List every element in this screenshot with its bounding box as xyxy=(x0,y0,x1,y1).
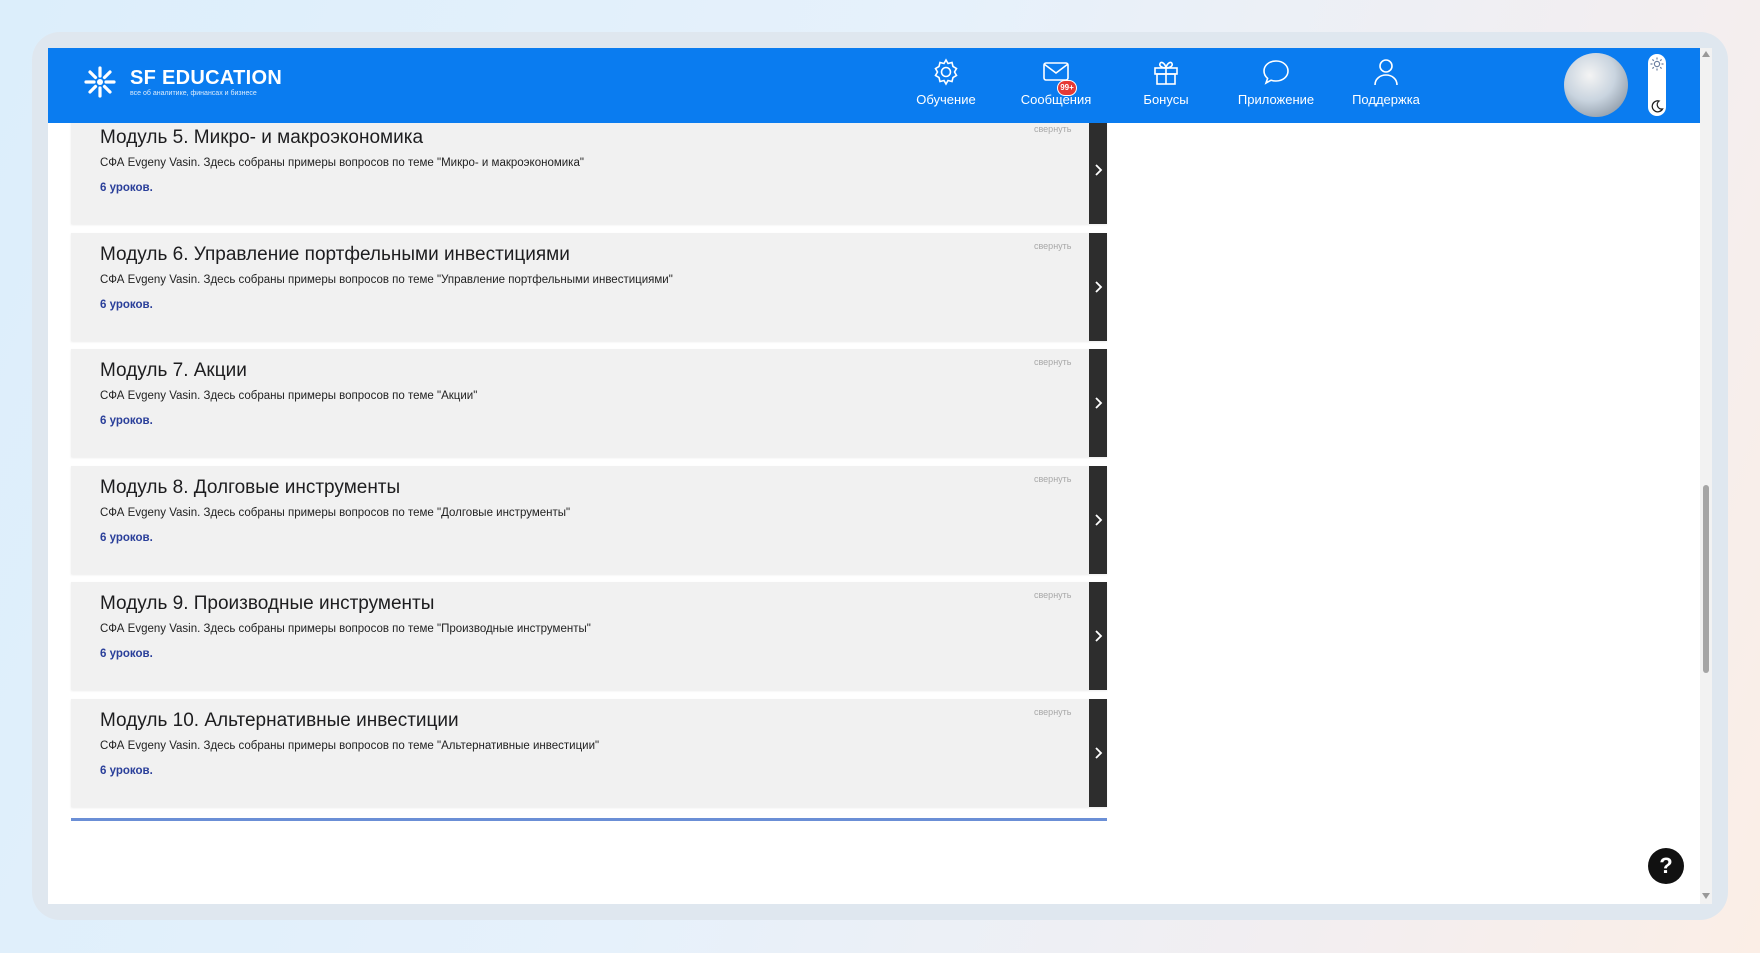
chevron-right-icon xyxy=(1095,281,1103,293)
module-title: Модуль 6. Управление портфельными инвест… xyxy=(100,244,570,265)
scroll-down-arrow[interactable] xyxy=(1702,893,1710,899)
sun-icon xyxy=(1650,57,1664,71)
sf-logo-icon xyxy=(84,66,116,98)
collapse-link[interactable]: свернуть xyxy=(1034,707,1071,717)
nav-label-support: Поддержка xyxy=(1352,92,1420,107)
module-card[interactable]: свернуть Модуль 5. Микро- и макроэкономи… xyxy=(71,123,1107,224)
logo[interactable]: SF EDUCATION все об аналитике, финансах … xyxy=(82,64,282,100)
module-description: СФА Evgeny Vasin. Здесь собраны примеры … xyxy=(100,390,478,402)
nav-messages[interactable]: 99+ Сообщения xyxy=(1006,56,1106,107)
module-lessons-count: 6 уроков. xyxy=(100,648,153,660)
help-button[interactable]: ? xyxy=(1648,848,1684,884)
scrollbar[interactable] xyxy=(1700,48,1712,904)
nav-support[interactable]: Поддержка xyxy=(1336,56,1436,107)
expand-button[interactable] xyxy=(1089,233,1107,341)
expand-button[interactable] xyxy=(1089,349,1107,457)
module-title: Модуль 8. Долговые инструменты xyxy=(100,477,401,498)
module-card[interactable]: свернуть Модуль 10. Альтернативные инвес… xyxy=(71,699,1107,807)
module-lessons-count: 6 уроков. xyxy=(100,765,153,777)
module-list: свернуть Модуль 5. Микро- и макроэкономи… xyxy=(48,123,1700,904)
expand-button[interactable] xyxy=(1089,699,1107,807)
chevron-right-icon xyxy=(1095,747,1103,759)
module-card[interactable]: свернуть Модуль 8. Долговые инструменты … xyxy=(71,466,1107,574)
scroll-up-arrow[interactable] xyxy=(1702,51,1710,57)
module-title: Модуль 5. Микро- и макроэкономика xyxy=(100,127,424,148)
module-lessons-count: 6 уроков. xyxy=(100,182,153,194)
collapse-link[interactable]: свернуть xyxy=(1034,241,1071,251)
collapse-link[interactable]: свернуть xyxy=(1034,124,1071,134)
chevron-right-icon xyxy=(1095,164,1103,176)
chat-bubble-icon xyxy=(1263,60,1289,85)
module-title: Модуль 10. Альтернативные инвестиции xyxy=(100,710,459,731)
nav-app[interactable]: Приложение xyxy=(1226,56,1326,107)
scroll-thumb[interactable] xyxy=(1703,485,1709,673)
user-icon xyxy=(1374,59,1398,86)
module-description: СФА Evgeny Vasin. Здесь собраны примеры … xyxy=(100,740,600,752)
module-description: СФА Evgeny Vasin. Здесь собраны примеры … xyxy=(100,507,571,519)
module-lessons-count: 6 уроков. xyxy=(100,299,153,311)
gear-icon xyxy=(934,58,958,86)
module-card[interactable]: свернуть Модуль 7. Акции СФА Evgeny Vasi… xyxy=(71,349,1107,457)
messages-badge: 99+ xyxy=(1057,80,1077,96)
top-header: SF EDUCATION все об аналитике, финансах … xyxy=(48,48,1700,123)
chevron-right-icon xyxy=(1095,514,1103,526)
module-lessons-count: 6 уроков. xyxy=(100,532,153,544)
browser-frame: SF EDUCATION все об аналитике, финансах … xyxy=(32,32,1728,920)
module-description: СФА Evgeny Vasin. Здесь собраны примеры … xyxy=(100,274,673,286)
gift-icon xyxy=(1154,61,1178,85)
moon-icon xyxy=(1651,100,1664,113)
logo-title: SF EDUCATION xyxy=(130,66,283,89)
theme-toggle[interactable] xyxy=(1648,54,1666,116)
module-card[interactable]: свернуть Модуль 6. Управление портфельны… xyxy=(71,233,1107,341)
collapse-link[interactable]: свернуть xyxy=(1034,474,1071,484)
expand-button[interactable] xyxy=(1089,123,1107,224)
nav-bonuses[interactable]: Бонусы xyxy=(1116,56,1216,107)
expand-button[interactable] xyxy=(1089,582,1107,690)
nav-label-bonuses: Бонусы xyxy=(1143,92,1189,107)
chevron-right-icon xyxy=(1095,630,1103,642)
nav-label-learning: Обучение xyxy=(916,92,976,107)
nav-learning[interactable]: Обучение xyxy=(896,56,996,107)
nav-label-app: Приложение xyxy=(1237,92,1315,107)
module-title: Модуль 7. Акции xyxy=(100,360,247,381)
app-window: SF EDUCATION все об аналитике, финансах … xyxy=(48,48,1712,904)
expand-button[interactable] xyxy=(1089,466,1107,574)
module-description: СФА Evgeny Vasin. Здесь собраны примеры … xyxy=(100,623,591,635)
module-description: СФА Evgeny Vasin. Здесь собраны примеры … xyxy=(100,157,584,169)
module-title: Модуль 9. Производные инструменты xyxy=(100,593,435,614)
next-card-edge xyxy=(71,818,1107,821)
logo-tagline: все об аналитике, финансах и бизнесе xyxy=(130,89,257,97)
chevron-right-icon xyxy=(1095,397,1103,409)
module-card[interactable]: свернуть Модуль 9. Производные инструмен… xyxy=(71,582,1107,690)
nav-label-messages: Сообщения xyxy=(1020,92,1092,107)
module-lessons-count: 6 уроков. xyxy=(100,415,153,427)
avatar[interactable] xyxy=(1564,53,1628,117)
collapse-link[interactable]: свернуть xyxy=(1034,357,1071,367)
collapse-link[interactable]: свернуть xyxy=(1034,590,1071,600)
